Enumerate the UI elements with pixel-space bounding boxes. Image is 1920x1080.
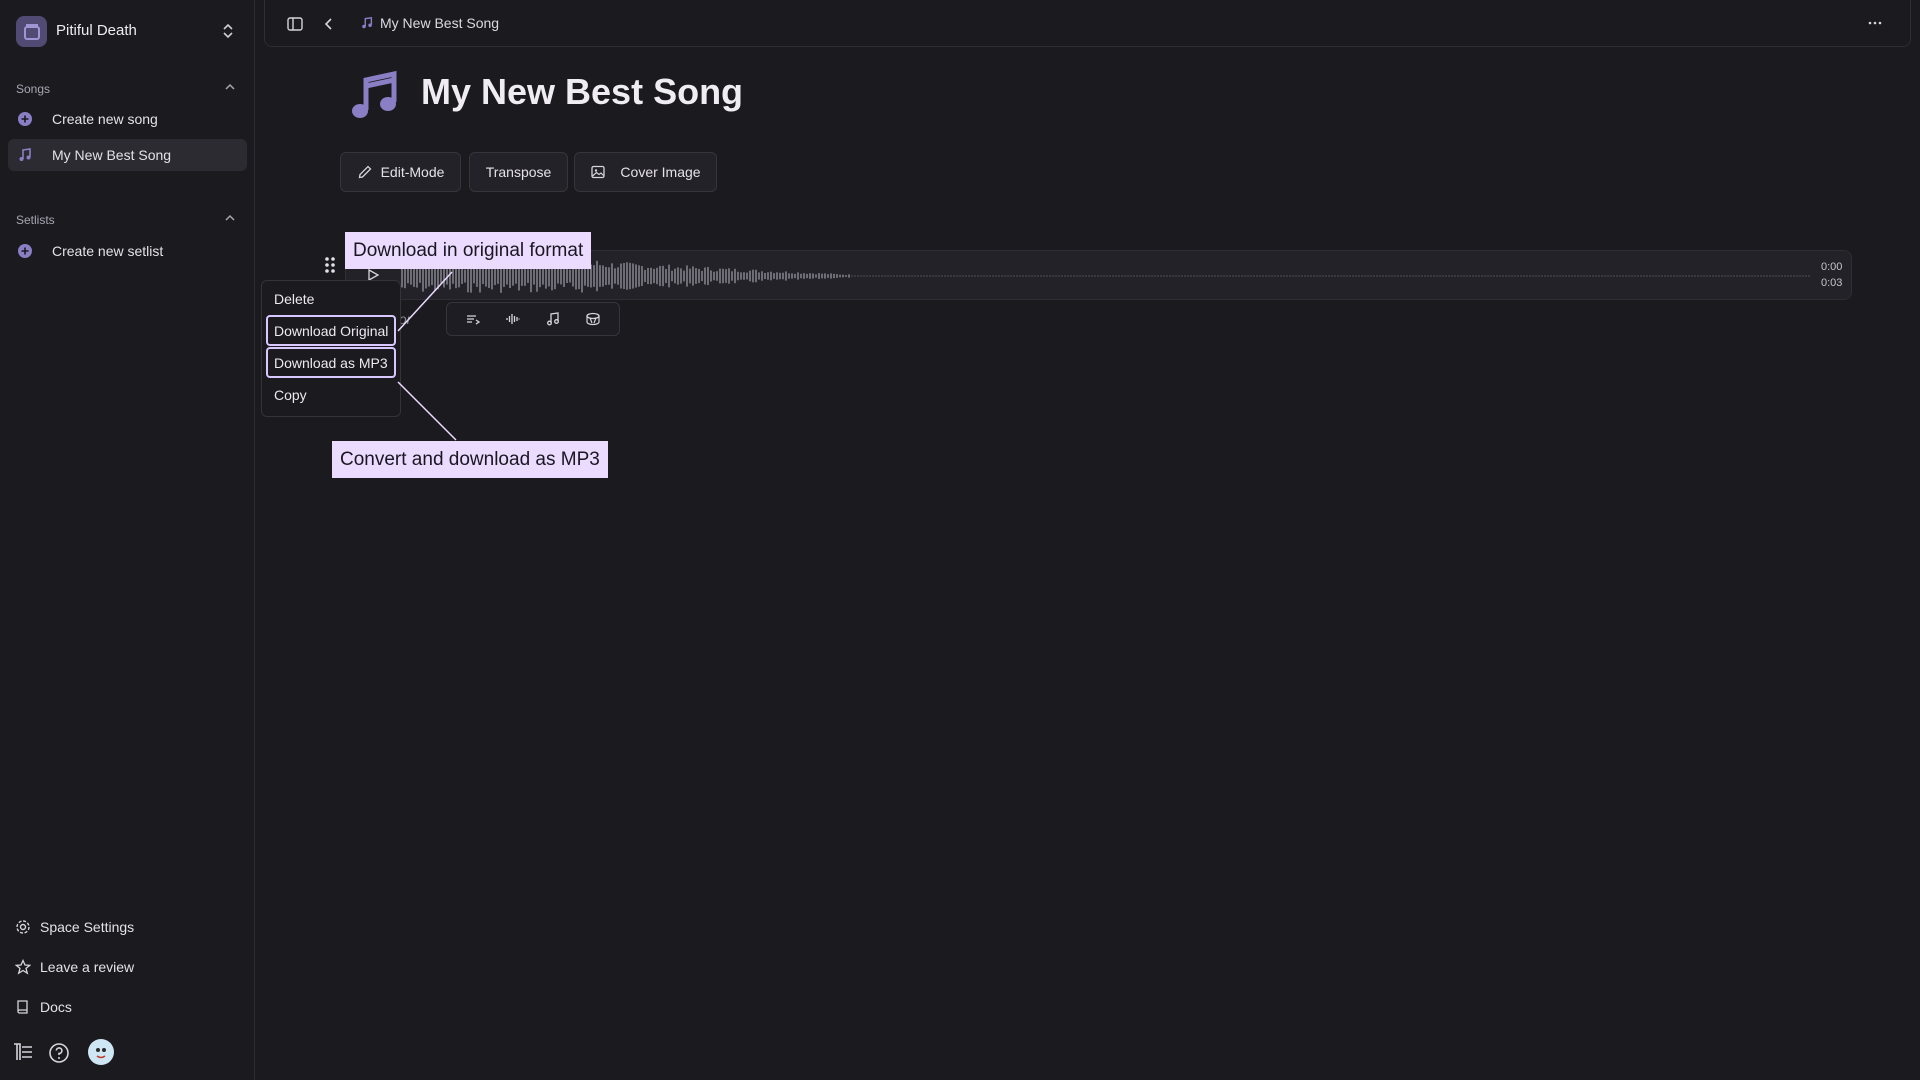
menu-item-copy[interactable]: Copy <box>266 380 396 410</box>
music-note-icon <box>360 16 374 30</box>
pencil-icon <box>357 164 373 180</box>
docs-link[interactable]: Docs <box>14 995 72 1019</box>
breadcrumb-label: My New Best Song <box>380 15 500 31</box>
workspace-icon[interactable] <box>16 16 47 47</box>
changelog-icon[interactable] <box>12 1042 34 1062</box>
docs-label: Docs <box>40 999 72 1015</box>
callout-lines <box>397 271 457 441</box>
space-settings-label: Space Settings <box>40 919 135 935</box>
breadcrumb[interactable]: My New Best Song <box>360 15 499 31</box>
setlists-collapse-icon[interactable] <box>224 213 236 223</box>
cover-image-label: Cover Image <box>620 164 701 180</box>
help-icon[interactable] <box>48 1042 70 1064</box>
sidebar-item-label: Create new setlist <box>52 243 164 259</box>
song-music-icon <box>346 68 402 124</box>
callout-download-original: Download in original format <box>345 232 592 269</box>
music-note-icon[interactable] <box>545 311 561 327</box>
drum-icon[interactable] <box>585 311 601 327</box>
sidebar-item-label: My New Best Song <box>52 147 172 163</box>
sidebar-item-my-new-best-song[interactable]: My New Best Song <box>8 139 247 171</box>
duration: 0:03 <box>1821 277 1843 289</box>
songs-section-label: Songs <box>16 82 51 96</box>
block-tools <box>446 302 620 336</box>
menu-item-download-original[interactable]: Download Original <box>266 315 396 346</box>
music-note-icon <box>16 146 34 164</box>
edit-mode-label: Edit-Mode <box>380 164 445 180</box>
transpose-button[interactable]: Transpose <box>469 152 568 192</box>
drag-handle-icon[interactable] <box>322 254 338 276</box>
workspace-name[interactable]: Pitiful Death <box>56 22 137 39</box>
leave-review-link[interactable]: Leave a review <box>14 955 134 979</box>
context-menu: Delete Download Original Download as MP3… <box>261 280 401 417</box>
sidebar: Pitiful Death Songs Create new song My N… <box>0 0 255 1080</box>
leave-review-label: Leave a review <box>40 959 135 975</box>
songs-collapse-icon[interactable] <box>224 82 236 92</box>
workspace-switch-icon[interactable] <box>222 22 234 40</box>
menu-item-delete[interactable]: Delete <box>266 284 396 314</box>
avatar[interactable] <box>88 1039 114 1065</box>
sidebar-toggle-icon[interactable] <box>286 15 304 33</box>
menu-item-download-mp3[interactable]: Download as MP3 <box>266 347 396 378</box>
back-icon[interactable] <box>321 15 337 33</box>
audio-waveform-icon[interactable] <box>505 311 521 327</box>
callout-download-mp3: Convert and download as MP3 <box>332 441 608 478</box>
book-icon <box>14 998 32 1016</box>
waveform[interactable] <box>400 258 1810 294</box>
star-icon <box>14 958 32 976</box>
top-bar <box>264 0 1911 47</box>
space-settings-link[interactable]: Space Settings <box>14 915 134 939</box>
page-title: My New Best Song <box>421 71 744 112</box>
transpose-label: Transpose <box>485 164 552 180</box>
gear-icon <box>14 918 32 936</box>
sidebar-item-create-song[interactable]: Create new song <box>8 103 247 135</box>
current-time: 0:00 <box>1821 261 1843 273</box>
sidebar-item-create-setlist[interactable]: Create new setlist <box>8 235 247 267</box>
plus-circle-icon <box>16 242 34 260</box>
setlists-section-label: Setlists <box>16 213 55 227</box>
plus-circle-icon <box>16 110 34 128</box>
cover-image-button[interactable]: Cover Image <box>574 152 717 192</box>
sidebar-item-label: Create new song <box>52 111 158 127</box>
edit-mode-button[interactable]: Edit-Mode <box>340 152 461 192</box>
text-block-icon[interactable] <box>465 311 481 327</box>
more-options-icon[interactable] <box>1866 14 1884 32</box>
image-icon <box>590 164 606 180</box>
